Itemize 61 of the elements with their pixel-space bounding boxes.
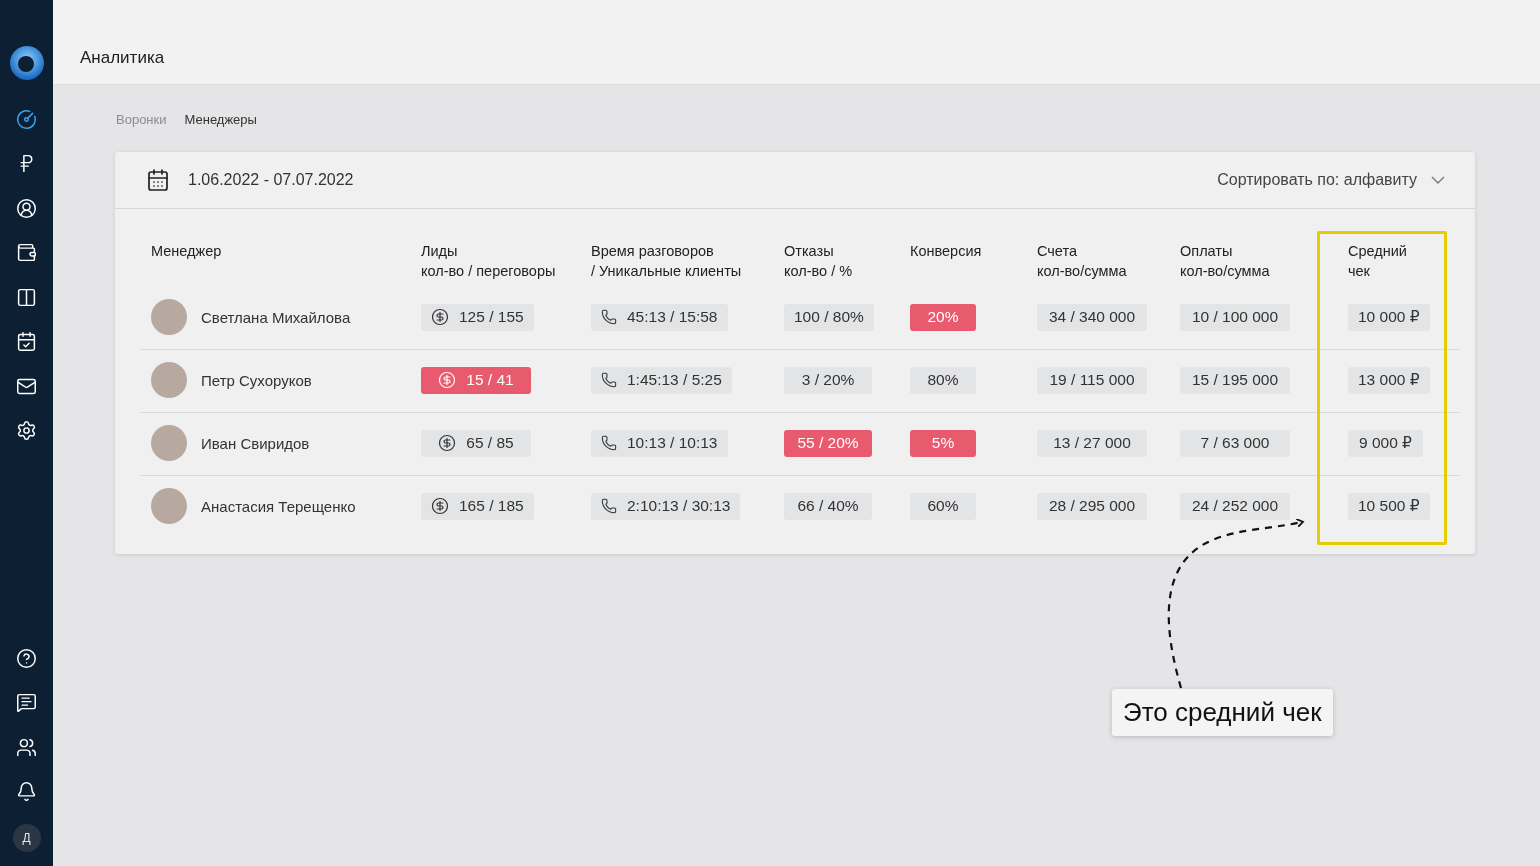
- manager-name: Петр Сухоруков: [201, 371, 312, 389]
- manager-name: Анастасия Терещенко: [201, 497, 356, 515]
- cell-value: 1:45:13 / 5:25: [627, 371, 722, 390]
- manager-name: Иван Свиридов: [201, 434, 310, 452]
- cell-value: 15 / 195 000: [1191, 371, 1279, 390]
- column-header: Время разговоров / Уникальные клиенты: [591, 241, 742, 281]
- cell-value: 125 / 155: [459, 308, 524, 327]
- cell-value: 24 / 252 000: [1191, 497, 1279, 516]
- cell-value: 165 / 185: [459, 497, 524, 516]
- phone-icon: [601, 309, 617, 326]
- column-header: Лиды кол-во / переговоры: [421, 241, 556, 281]
- cell-value: 5%: [931, 434, 955, 453]
- phone-icon: [601, 498, 617, 515]
- cell-value: 60%: [927, 497, 959, 516]
- column-header: Счета кол-во/сумма: [1037, 241, 1127, 281]
- cell-value: 10 000 ₽: [1358, 308, 1420, 327]
- cell-value: 28 / 295 000: [1048, 497, 1136, 516]
- column-header: Отказы кол-во / %: [784, 241, 853, 281]
- phone-icon: [601, 435, 617, 452]
- cell-value: 65 / 85: [466, 434, 514, 453]
- cell-value: 66 / 40%: [797, 497, 859, 516]
- avatar: [151, 299, 187, 336]
- sort-dropdown[interactable]: Сортировать по: алфавиту: [1217, 170, 1445, 189]
- dollar-icon: [431, 308, 449, 327]
- cell-value: 10 / 100 000: [1191, 308, 1279, 327]
- cell-value: 45:13 / 15:58: [627, 308, 718, 327]
- avatar: [151, 488, 187, 525]
- page-title: Аналитика: [80, 47, 165, 68]
- phone-icon: [601, 372, 617, 389]
- cell-value: 7 / 63 000: [1200, 434, 1270, 453]
- manager-name: Светлана Михайлова: [201, 308, 351, 326]
- cell-value: 100 / 80%: [794, 308, 864, 327]
- cell-value: 19 / 115 000: [1049, 371, 1135, 390]
- cell-value: 80%: [927, 371, 959, 390]
- user-avatar[interactable]: Д: [12, 824, 41, 852]
- column-header: Менеджер: [151, 241, 222, 261]
- annotation-callout: Это средний чек: [1112, 689, 1333, 736]
- dollar-icon: [438, 371, 457, 390]
- cell-value: 10 500 ₽: [1358, 497, 1420, 516]
- cell-value: 20%: [927, 308, 959, 327]
- cell-value: 13 / 27 000: [1053, 434, 1131, 453]
- cell-value: 10:13 / 10:13: [627, 434, 718, 453]
- avatar: [151, 362, 187, 399]
- cell-value: 34 / 340 000: [1048, 308, 1136, 327]
- cell-value: 13 000 ₽: [1358, 371, 1420, 390]
- cell-value: 9 000 ₽: [1359, 434, 1412, 453]
- logo-icon: [8, 45, 45, 81]
- date-range[interactable]: 1.06.2022 - 07.07.2022: [188, 170, 354, 189]
- cell-value: 15 / 41: [466, 371, 514, 390]
- column-header: Средний чек: [1348, 241, 1407, 281]
- column-header: Оплаты кол-во/сумма: [1180, 241, 1270, 281]
- dollar-icon: [438, 434, 457, 453]
- cell-value: 2:10:13 / 30:13: [627, 497, 731, 516]
- tab[interactable]: Менеджеры: [184, 110, 257, 128]
- dollar-icon: [431, 497, 449, 516]
- calendar-icon[interactable]: [146, 167, 170, 192]
- column-header: Конверсия: [910, 241, 982, 261]
- chevron-down-icon: [1431, 175, 1445, 184]
- cell-value: 3 / 20%: [801, 371, 855, 390]
- avatar: [151, 425, 187, 462]
- cell-value: 55 / 20%: [797, 434, 859, 453]
